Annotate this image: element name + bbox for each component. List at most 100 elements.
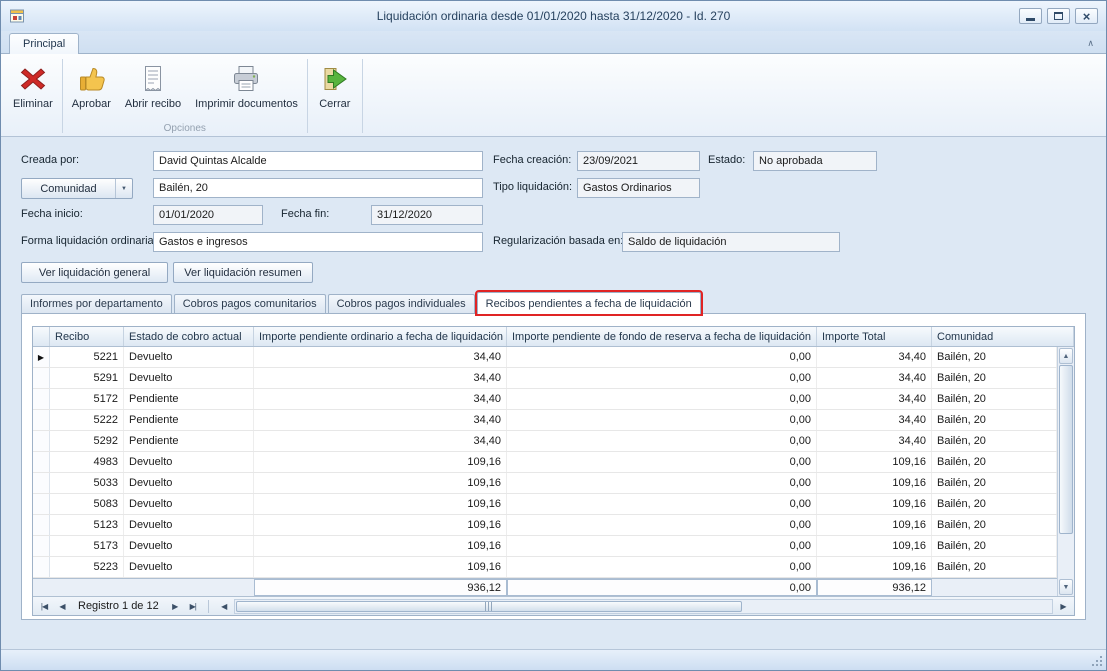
cell-comunidad: Bailén, 20 (932, 515, 1057, 535)
comunidad-dropdown-button[interactable]: Comunidad ▼ (21, 178, 133, 199)
ribbon-separator (62, 59, 63, 133)
table-row[interactable]: ▶ 5292 Pendiente 34,40 0,00 34,40 Bailén… (33, 431, 1057, 452)
ver-liquidacion-resumen-button[interactable]: Ver liquidación resumen (173, 262, 313, 283)
fecha-fin-field[interactable]: 31/12/2020 (371, 205, 483, 225)
col-importe-fondo-reserva[interactable]: Importe pendiente de fondo de reserva a … (507, 327, 817, 346)
cell-comunidad: Bailén, 20 (932, 494, 1057, 514)
col-estado[interactable]: Estado de cobro actual (124, 327, 254, 346)
ribbon-separator (362, 59, 363, 133)
tab-cobros-pagos-individuales[interactable]: Cobros pagos individuales (328, 294, 475, 313)
comunidad-field[interactable]: Bailén, 20 (153, 178, 483, 198)
horizontal-scrollbar[interactable] (234, 599, 1053, 614)
cell-importe-ordinario: 109,16 (254, 515, 507, 535)
app-icon[interactable] (9, 8, 25, 24)
cell-recibo: 5291 (50, 368, 124, 388)
ribbon: Eliminar Aprobar (1, 53, 1106, 137)
cell-recibo: 4983 (50, 452, 124, 472)
abrir-recibo-button[interactable]: Abrir recibo (119, 59, 187, 112)
row-indicator-cell: ▶ (33, 473, 50, 493)
close-button[interactable]: × (1075, 8, 1098, 24)
col-importe-ordinario[interactable]: Importe pendiente ordinario a fecha de l… (254, 327, 507, 346)
table-row[interactable]: ▶ 5123 Devuelto 109,16 0,00 109,16 Bailé… (33, 515, 1057, 536)
imprimir-documentos-button[interactable]: Imprimir documentos (189, 59, 304, 112)
table-row[interactable]: ▶ 5033 Devuelto 109,16 0,00 109,16 Bailé… (33, 473, 1057, 494)
row-indicator-cell: ▶ (33, 557, 50, 577)
horizontal-scrollbar-thumb[interactable] (236, 601, 743, 612)
aprobar-button[interactable]: Aprobar (66, 59, 117, 112)
table-row[interactable]: ▶ 5083 Devuelto 109,16 0,00 109,16 Bailé… (33, 494, 1057, 515)
tab-cobros-pagos-comunitarios[interactable]: Cobros pagos comunitarios (174, 294, 326, 313)
cell-estado: Devuelto (124, 536, 254, 556)
ribbon-tab-principal[interactable]: Principal (9, 33, 79, 54)
regularizacion-label: Regularización basada en: (493, 235, 623, 247)
total-importe-fondo: 0,00 (507, 579, 817, 596)
cell-importe-fondo: 0,00 (507, 515, 817, 535)
cell-recibo: 5221 (50, 347, 124, 367)
cell-recibo: 5292 (50, 431, 124, 451)
cell-importe-total: 109,16 (817, 557, 932, 577)
cell-importe-ordinario: 34,40 (254, 410, 507, 430)
row-indicator-cell: ▶ (33, 410, 50, 430)
table-row[interactable]: ▶ 4983 Devuelto 109,16 0,00 109,16 Bailé… (33, 452, 1057, 473)
table-row[interactable]: ▶ 5291 Devuelto 34,40 0,00 34,40 Bailén,… (33, 368, 1057, 389)
cell-importe-fondo: 0,00 (507, 557, 817, 577)
vertical-scrollbar-thumb[interactable] (1059, 365, 1073, 534)
estado-field[interactable]: No aprobada (753, 151, 877, 171)
scroll-right-icon[interactable]: ▶ (1055, 599, 1071, 614)
creada-por-label: Creada por: (21, 154, 79, 166)
col-importe-total[interactable]: Importe Total (817, 327, 932, 346)
cerrar-button[interactable]: Cerrar (311, 59, 359, 112)
row-indicator-cell: ▶ (33, 494, 50, 514)
resize-grip[interactable] (1090, 654, 1102, 666)
estado-label: Estado: (708, 154, 745, 166)
ribbon-tab-strip: Principal ∧ (1, 31, 1106, 53)
fecha-creacion-field[interactable]: 23/09/2021 (577, 151, 700, 171)
grid-header: Recibo Estado de cobro actual Importe pe… (33, 327, 1074, 347)
cell-estado: Devuelto (124, 494, 254, 514)
cell-estado: Devuelto (124, 452, 254, 472)
cell-comunidad: Bailén, 20 (932, 557, 1057, 577)
ribbon-group-eliminar: Eliminar (7, 56, 59, 136)
scroll-up-icon[interactable]: ▲ (1059, 348, 1073, 364)
table-row[interactable]: ▶ 5223 Devuelto 109,16 0,00 109,16 Bailé… (33, 557, 1057, 578)
title-bar: Liquidación ordinaria desde 01/01/2020 h… (1, 1, 1106, 31)
cell-estado: Devuelto (124, 368, 254, 388)
eliminar-button[interactable]: Eliminar (7, 59, 59, 112)
cell-comunidad: Bailén, 20 (932, 389, 1057, 409)
cell-importe-total: 109,16 (817, 536, 932, 556)
cell-importe-total: 34,40 (817, 410, 932, 430)
nav-prev-button[interactable]: ◀ (54, 599, 70, 614)
cell-recibo: 5172 (50, 389, 124, 409)
creada-por-field[interactable]: David Quintas Alcalde (153, 151, 483, 171)
fecha-inicio-field[interactable]: 01/01/2020 (153, 205, 263, 225)
table-row[interactable]: ▶ 5222 Pendiente 34,40 0,00 34,40 Bailén… (33, 410, 1057, 431)
close-icon: × (1083, 10, 1091, 23)
minimize-button[interactable] (1019, 8, 1042, 24)
nav-next-button[interactable]: ▶ (167, 599, 183, 614)
regularizacion-field[interactable]: Saldo de liquidación (622, 232, 840, 252)
vertical-scrollbar[interactable]: ▲ ▼ (1057, 347, 1074, 596)
printer-icon (230, 63, 262, 95)
grid-totals-row: 936,12 0,00 936,12 (33, 578, 1057, 596)
nav-first-button[interactable]: |◀ (36, 599, 52, 614)
cell-importe-total: 34,40 (817, 431, 932, 451)
scroll-down-icon[interactable]: ▼ (1059, 579, 1073, 595)
ver-liquidacion-general-button[interactable]: Ver liquidación general (21, 262, 168, 283)
cell-estado: Devuelto (124, 473, 254, 493)
table-row[interactable]: ▶ 5173 Devuelto 109,16 0,00 109,16 Bailé… (33, 536, 1057, 557)
table-row[interactable]: ▶ 5172 Pendiente 34,40 0,00 34,40 Bailén… (33, 389, 1057, 410)
row-indicator-cell: ▶ (33, 431, 50, 451)
col-comunidad[interactable]: Comunidad (932, 327, 1074, 346)
ribbon-collapse-icon[interactable]: ∧ (1087, 38, 1094, 49)
col-recibo[interactable]: Recibo (50, 327, 124, 346)
tab-informes-por-departamento[interactable]: Informes por departamento (21, 294, 172, 313)
cell-estado: Devuelto (124, 515, 254, 535)
tipo-liquidacion-field[interactable]: Gastos Ordinarios (577, 178, 700, 198)
table-row[interactable]: ▶ 5221 Devuelto 34,40 0,00 34,40 Bailén,… (33, 347, 1057, 368)
tab-recibos-pendientes[interactable]: Recibos pendientes a fecha de liquidació… (477, 292, 701, 314)
restore-button[interactable] (1047, 8, 1070, 24)
forma-liquidacion-field[interactable]: Gastos e ingresos (153, 232, 483, 252)
scroll-left-icon[interactable]: ◀ (216, 599, 232, 614)
nav-last-button[interactable]: ▶| (185, 599, 201, 614)
cell-estado: Pendiente (124, 389, 254, 409)
